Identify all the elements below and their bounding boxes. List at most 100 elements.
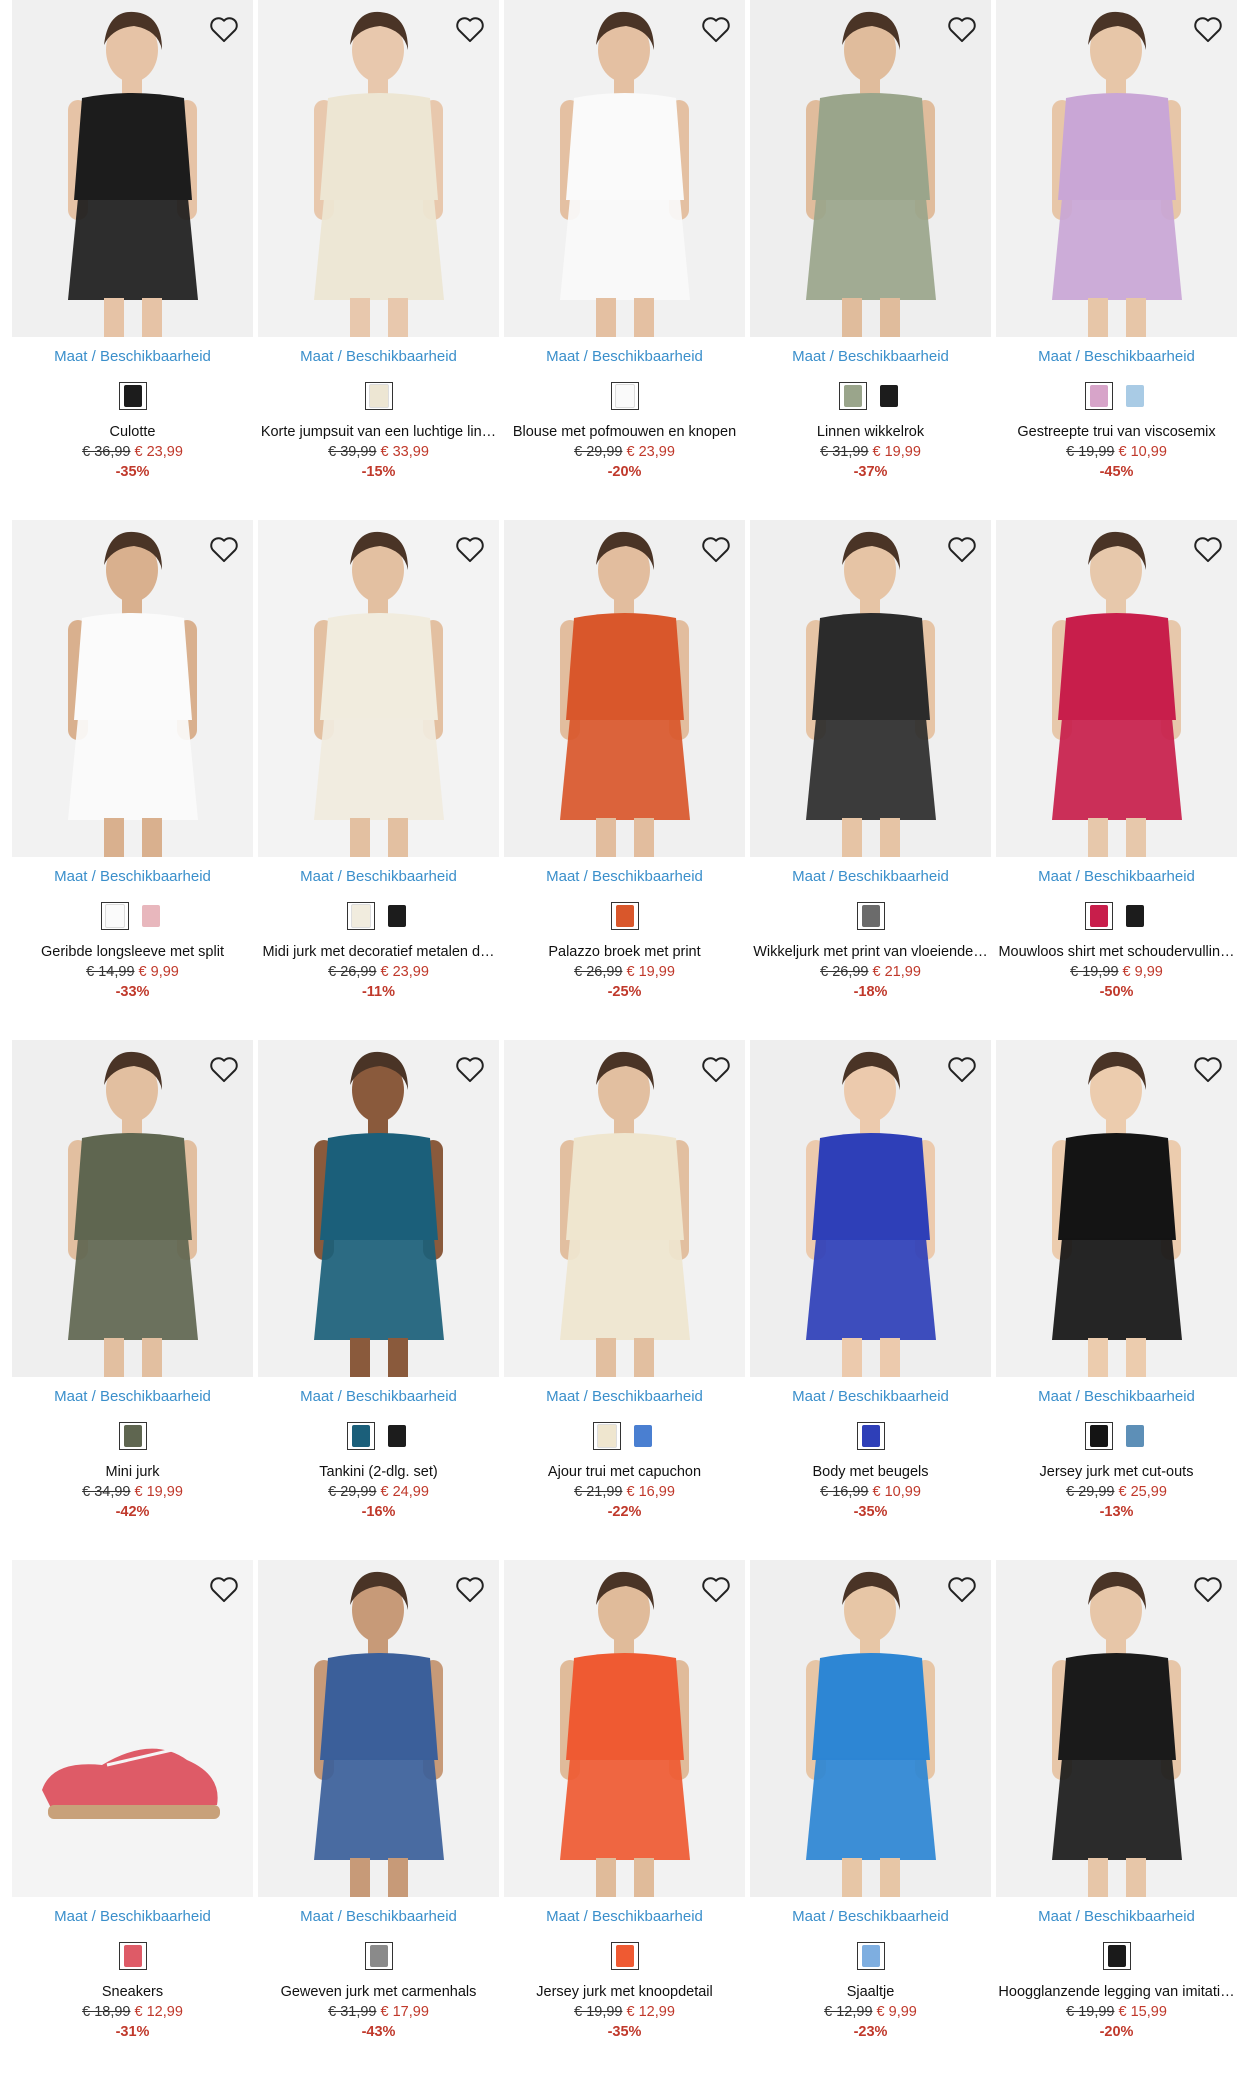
color-swatch[interactable] [1121,1422,1149,1450]
color-swatch[interactable] [1121,902,1149,930]
wishlist-heart-icon[interactable] [207,1052,241,1086]
product-card[interactable]: Maat / Beschikbaarheid Culotte € 36,99 € 23… [12,0,253,500]
product-name[interactable]: Jersey jurk met cut-outs [996,1464,1237,1480]
product-card[interactable]: Maat / Beschikbaarheid Linnen wikkelrok € … [750,0,991,500]
product-image[interactable] [258,1560,499,1897]
product-card[interactable]: Maat / Beschikbaarheid Midi jurk met deco… [258,520,499,1020]
wishlist-heart-icon[interactable] [699,1572,733,1606]
color-swatch[interactable] [346,1422,375,1450]
wishlist-heart-icon[interactable] [945,1572,979,1606]
color-swatch[interactable] [118,1942,147,1970]
product-name[interactable]: Korte jumpsuit van een luchtige lin… [258,424,499,440]
wishlist-heart-icon[interactable] [453,1052,487,1086]
product-name[interactable]: Blouse met pofmouwen en knopen [504,424,745,440]
color-swatch[interactable] [383,902,411,930]
product-name[interactable]: Geribde longsleeve met split [12,944,253,960]
size-availability-link[interactable]: Maat / Beschikbaarheid [996,348,1237,365]
wishlist-heart-icon[interactable] [207,532,241,566]
product-card[interactable]: Maat / Beschikbaarheid Hoogglanzende legg… [996,1560,1237,2060]
size-availability-link[interactable]: Maat / Beschikbaarheid [996,1388,1237,1405]
color-swatch[interactable] [610,382,639,410]
wishlist-heart-icon[interactable] [699,532,733,566]
size-availability-link[interactable]: Maat / Beschikbaarheid [258,1908,499,1925]
size-availability-link[interactable]: Maat / Beschikbaarheid [504,1908,745,1925]
size-availability-link[interactable]: Maat / Beschikbaarheid [12,348,253,365]
color-swatch[interactable] [1084,382,1113,410]
wishlist-heart-icon[interactable] [453,12,487,46]
product-image[interactable] [258,520,499,857]
product-card[interactable]: Maat / Beschikbaarheid Gestreepte trui va… [996,0,1237,500]
product-name[interactable]: Body met beugels [750,1464,991,1480]
product-card[interactable]: Maat / Beschikbaarheid Geweven jurk met c… [258,1560,499,2060]
size-availability-link[interactable]: Maat / Beschikbaarheid [504,868,745,885]
product-image[interactable] [996,0,1237,337]
color-swatch[interactable] [856,1942,885,1970]
size-availability-link[interactable]: Maat / Beschikbaarheid [12,1388,253,1405]
wishlist-heart-icon[interactable] [453,1572,487,1606]
size-availability-link[interactable]: Maat / Beschikbaarheid [750,348,991,365]
color-swatch[interactable] [137,902,165,930]
product-card[interactable]: Maat / Beschikbaarheid Blouse met pofmouw… [504,0,745,500]
product-card[interactable]: Maat / Beschikbaarheid Ajour trui met cap… [504,1040,745,1540]
product-name[interactable]: Geweven jurk met carmenhals [258,1984,499,2000]
product-image[interactable] [750,0,991,337]
wishlist-heart-icon[interactable] [1191,1052,1225,1086]
color-swatch[interactable] [610,1942,639,1970]
wishlist-heart-icon[interactable] [699,12,733,46]
wishlist-heart-icon[interactable] [1191,1572,1225,1606]
product-image[interactable] [504,520,745,857]
wishlist-heart-icon[interactable] [945,532,979,566]
size-availability-link[interactable]: Maat / Beschikbaarheid [258,868,499,885]
product-name[interactable]: Mini jurk [12,1464,253,1480]
product-card[interactable]: Maat / Beschikbaarheid Body met beugels € … [750,1040,991,1540]
product-name[interactable]: Ajour trui met capuchon [504,1464,745,1480]
product-image[interactable] [258,0,499,337]
product-image[interactable] [12,0,253,337]
product-card[interactable]: Maat / Beschikbaarheid Sneakers € 18,99 € 1… [12,1560,253,2060]
product-card[interactable]: Maat / Beschikbaarheid Korte jumpsuit van… [258,0,499,500]
size-availability-link[interactable]: Maat / Beschikbaarheid [12,868,253,885]
color-swatch[interactable] [118,382,147,410]
color-swatch[interactable] [838,382,867,410]
product-card[interactable]: Maat / Beschikbaarheid Tankini (2-dlg. se… [258,1040,499,1540]
wishlist-heart-icon[interactable] [453,532,487,566]
color-swatch[interactable] [118,1422,147,1450]
color-swatch[interactable] [856,902,885,930]
product-image[interactable] [750,1560,991,1897]
wishlist-heart-icon[interactable] [1191,12,1225,46]
wishlist-heart-icon[interactable] [699,1052,733,1086]
color-swatch[interactable] [1121,382,1149,410]
color-swatch[interactable] [383,1422,411,1450]
color-swatch[interactable] [100,902,129,930]
product-image[interactable] [12,1040,253,1377]
product-card[interactable]: Maat / Beschikbaarheid Jersey jurk met cu… [996,1040,1237,1540]
product-image[interactable] [504,0,745,337]
size-availability-link[interactable]: Maat / Beschikbaarheid [504,1388,745,1405]
wishlist-heart-icon[interactable] [207,12,241,46]
product-name[interactable]: Palazzo broek met print [504,944,745,960]
product-image[interactable] [996,1560,1237,1897]
wishlist-heart-icon[interactable] [1191,532,1225,566]
size-availability-link[interactable]: Maat / Beschikbaarheid [750,1388,991,1405]
product-image[interactable] [996,520,1237,857]
product-card[interactable]: Maat / Beschikbaarheid Mouwloos shirt met… [996,520,1237,1020]
product-card[interactable]: Maat / Beschikbaarheid Sjaaltje € 12,99 € 9… [750,1560,991,2060]
size-availability-link[interactable]: Maat / Beschikbaarheid [750,868,991,885]
product-card[interactable]: Maat / Beschikbaarheid Palazzo broek met … [504,520,745,1020]
color-swatch[interactable] [629,1422,657,1450]
product-image[interactable] [12,520,253,857]
size-availability-link[interactable]: Maat / Beschikbaarheid [504,348,745,365]
color-swatch[interactable] [346,902,375,930]
product-name[interactable]: Sjaaltje [750,1984,991,2000]
color-swatch[interactable] [592,1422,621,1450]
product-image[interactable] [750,520,991,857]
size-availability-link[interactable]: Maat / Beschikbaarheid [750,1908,991,1925]
product-name[interactable]: Jersey jurk met knoopdetail [504,1984,745,2000]
product-name[interactable]: Mouwloos shirt met schoudervullin… [996,944,1237,960]
wishlist-heart-icon[interactable] [945,12,979,46]
product-name[interactable]: Culotte [12,424,253,440]
wishlist-heart-icon[interactable] [945,1052,979,1086]
color-swatch[interactable] [875,382,903,410]
product-card[interactable]: Maat / Beschikbaarheid Mini jurk € 34,99 € … [12,1040,253,1540]
product-image[interactable] [504,1040,745,1377]
